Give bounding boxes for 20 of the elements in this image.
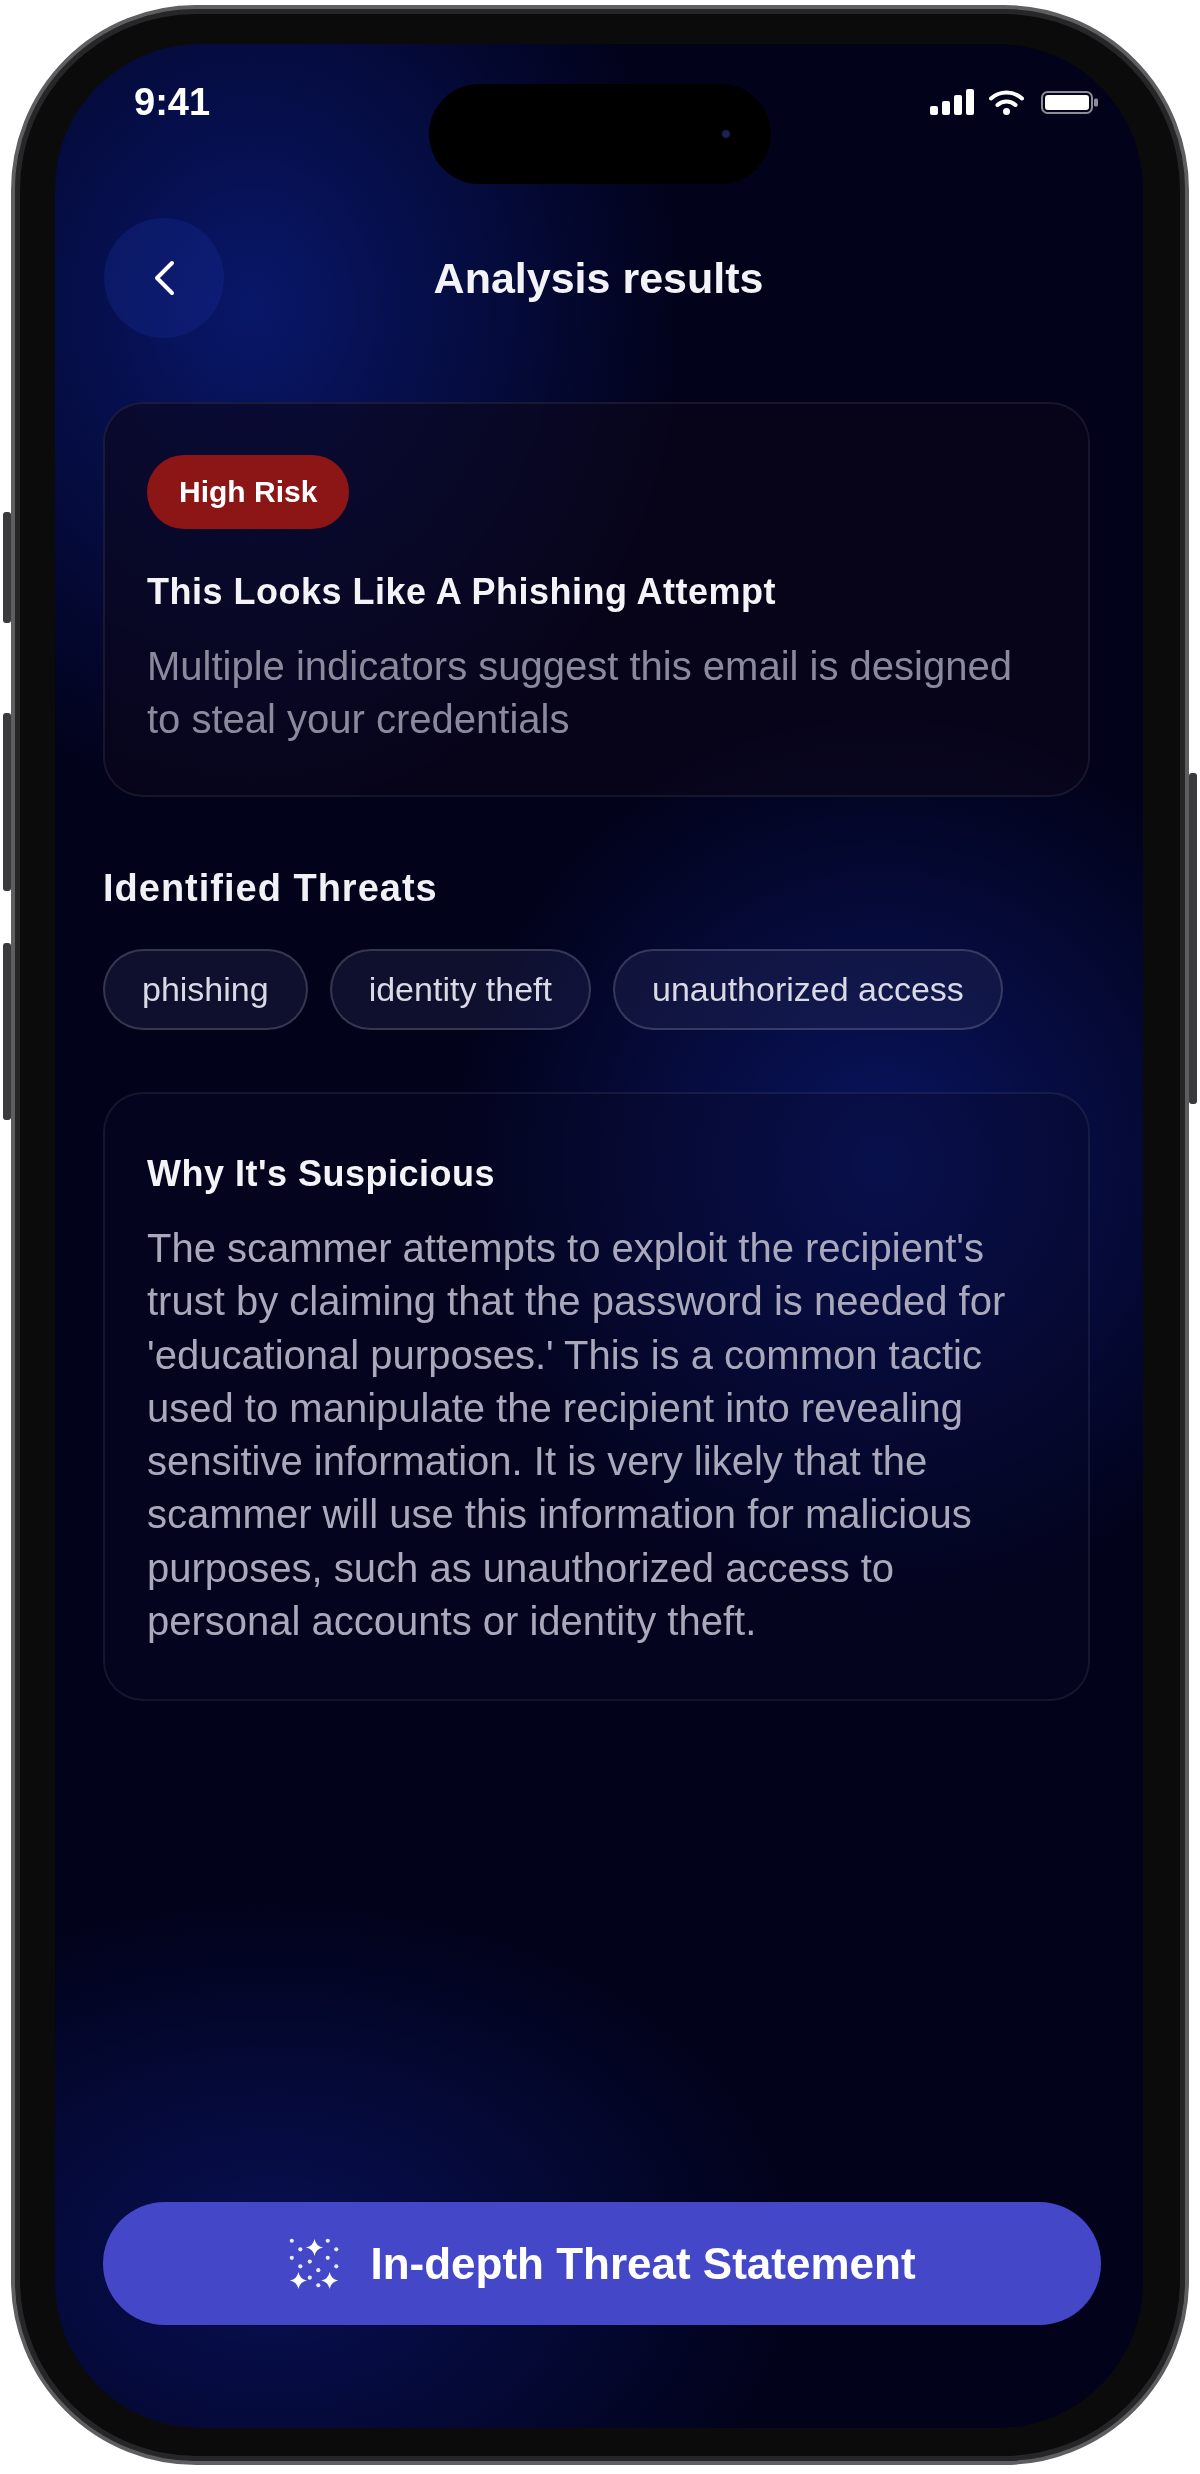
risk-title: This Looks Like A Phishing Attempt: [147, 570, 777, 614]
risk-description: Multiple indicators suggest this email is designed to steal your credentials: [147, 643, 1013, 743]
side-button[interactable]: [3, 943, 11, 1120]
threat-tag: phishing: [103, 949, 308, 1030]
wifi-icon: [989, 89, 1024, 115]
explanation-text: The scammer attempts to exploit the recipient's trust by claiming that the password is needed for 'educational purposes.' This is a common tactic used to manipulate the recipient into revealing sensitive information. It is very likely that the scammer will use this information for malicious purposes, such as unauthorized access to personal accounts or identity theft.: [147, 1225, 1007, 1646]
threat-statement-button[interactable]: In-depth Threat Statement: [103, 2202, 1101, 2325]
signal-icon: [930, 89, 974, 115]
risk-level-badge: High Risk: [147, 455, 350, 529]
section-heading: Identified Threats: [103, 866, 439, 911]
threat-tag: unauthorized access: [613, 949, 1003, 1030]
page-title: Analysis results: [432, 253, 765, 303]
battery-icon: [1041, 90, 1098, 114]
threat-tag: identity theft: [329, 949, 591, 1030]
explanation-title: Why It's Suspicious: [147, 1152, 496, 1196]
chevron-left-icon: [153, 260, 175, 296]
side-button[interactable]: [1189, 773, 1197, 1104]
status-time: 9:41: [134, 80, 211, 124]
side-button[interactable]: [3, 512, 11, 623]
side-button[interactable]: [3, 713, 11, 891]
